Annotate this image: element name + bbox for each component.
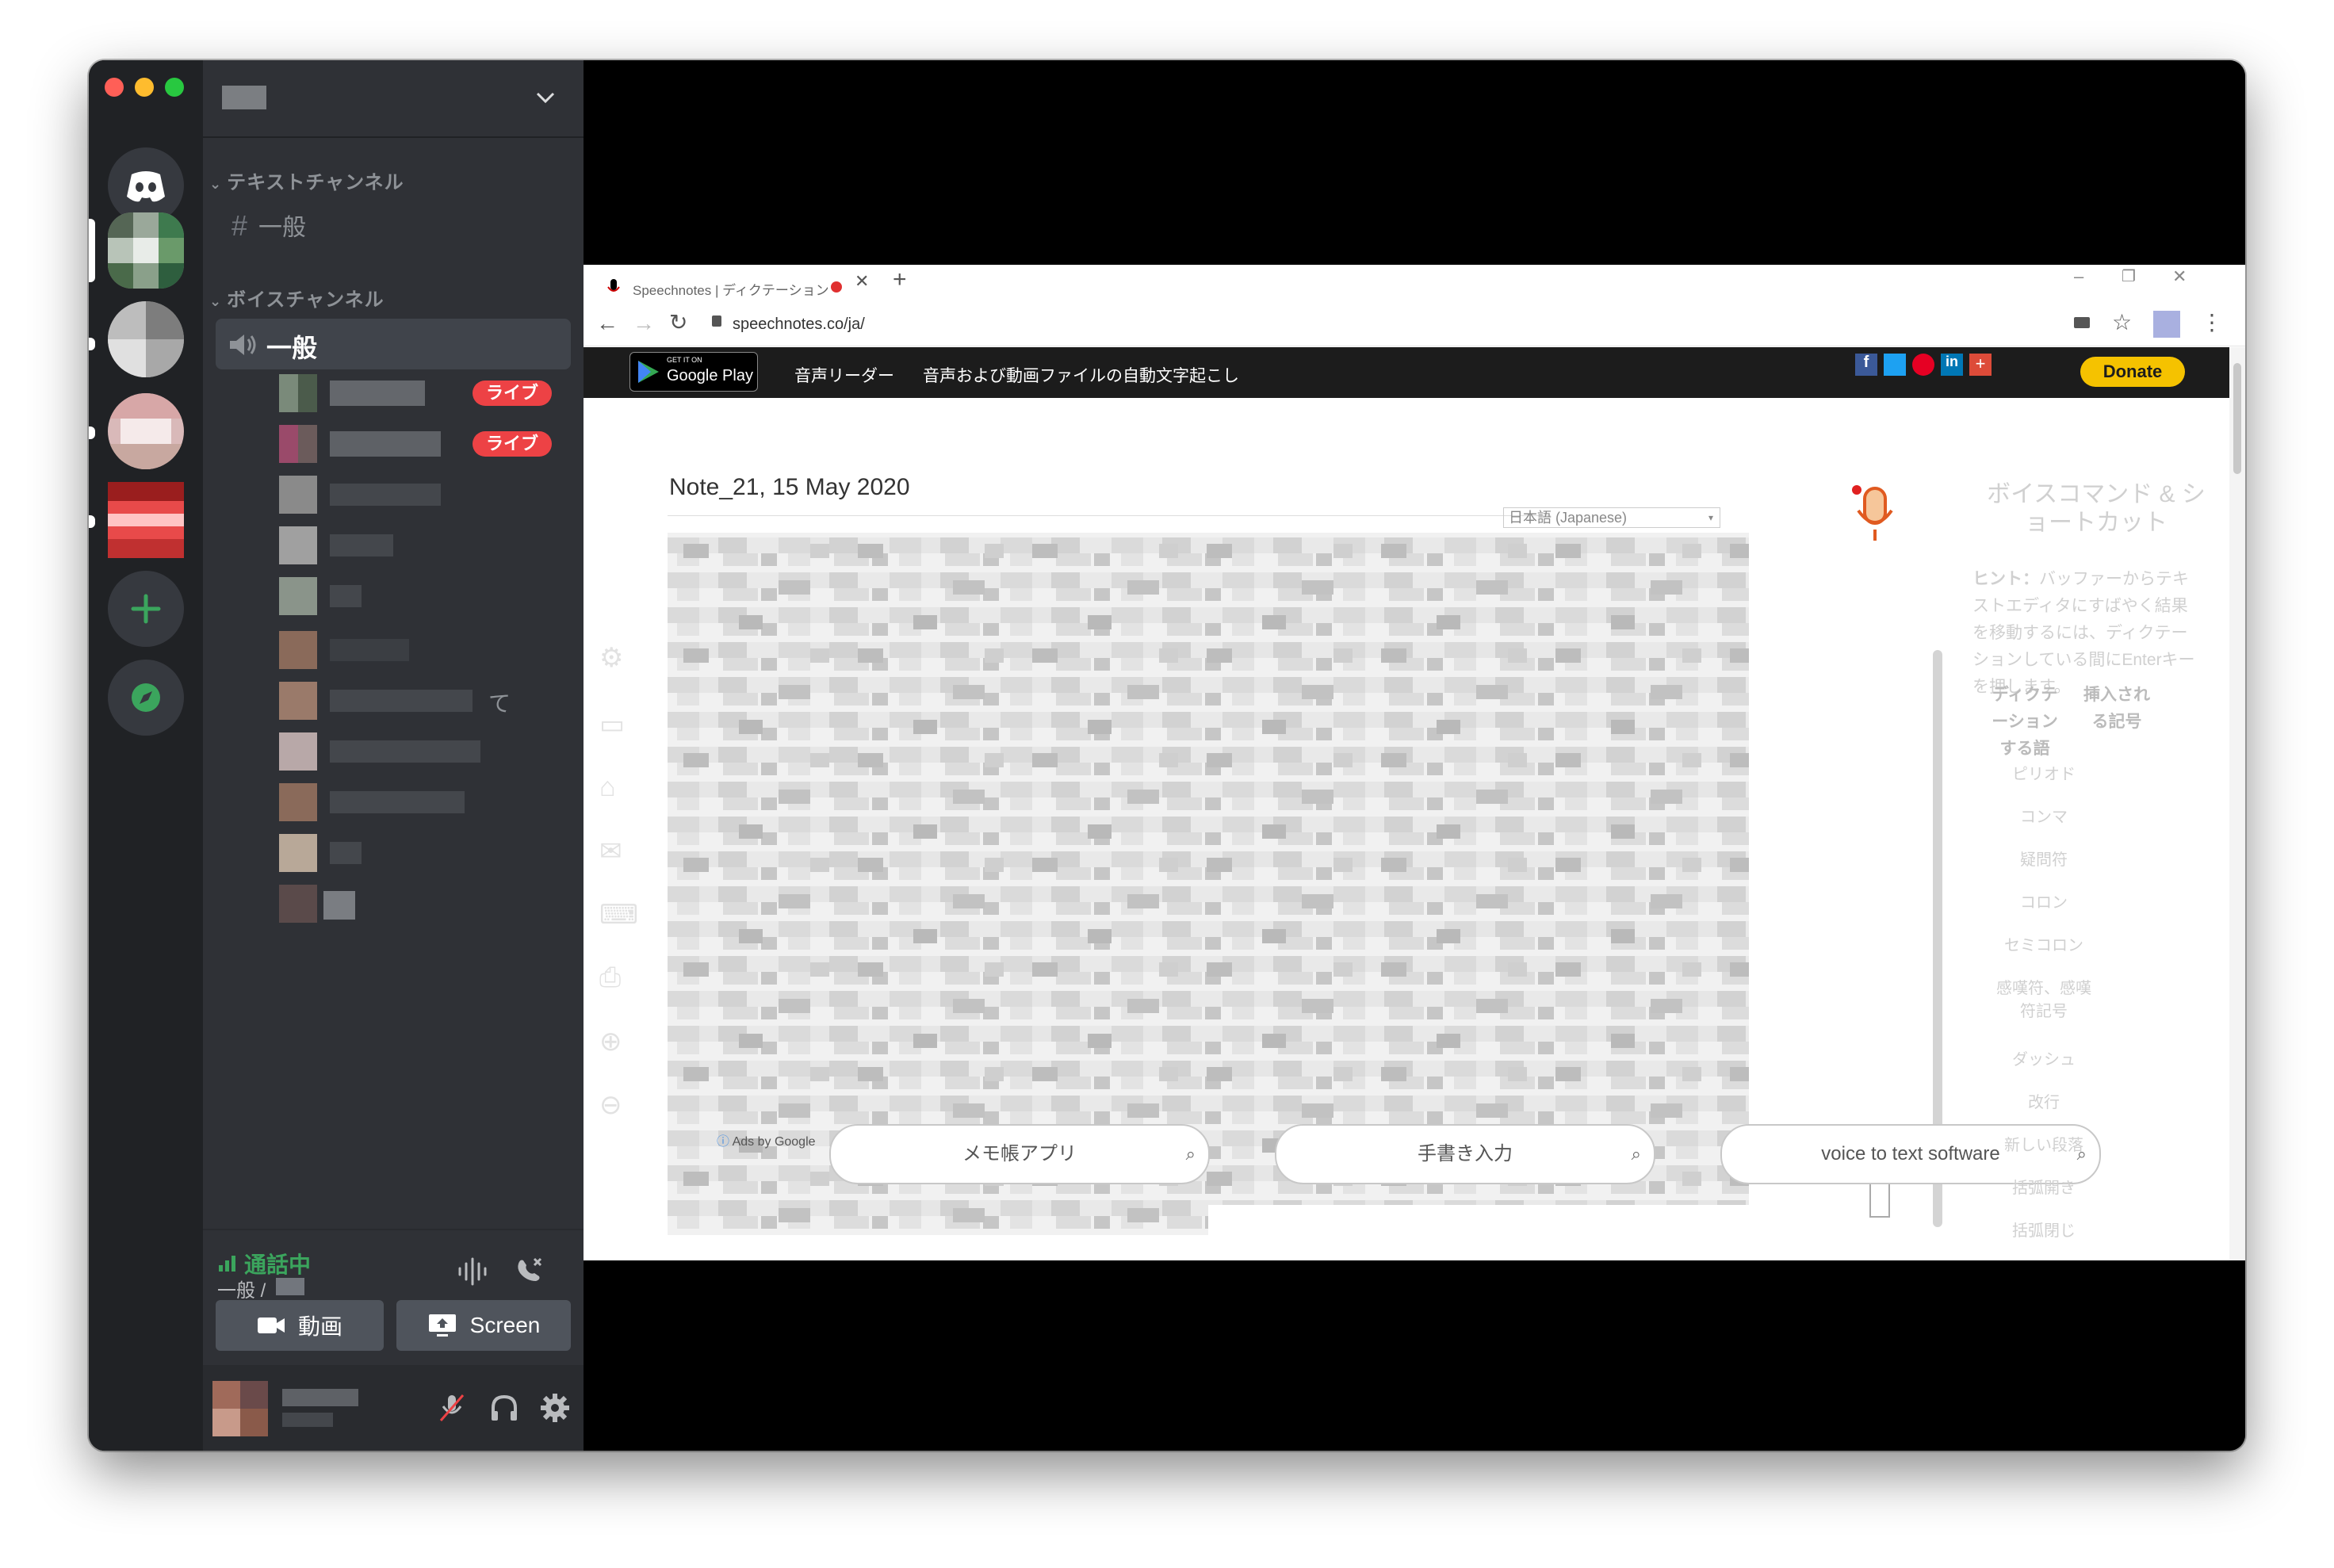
video-button[interactable]: 動画 [216,1300,384,1351]
pinterest-icon[interactable] [1912,354,1934,376]
linkedin-icon[interactable]: in [1941,354,1963,376]
site-navbar: GET IT ON Google Play 音声リーダー 音声および動画ファイル… [584,347,2229,398]
google-play-badge[interactable]: GET IT ON Google Play [629,352,758,392]
selected-server-pill [89,219,95,282]
reload-icon[interactable]: ↻ [669,309,687,335]
screen-share-button[interactable]: Screen [396,1300,571,1351]
recording-dot-icon [831,281,842,293]
lock-icon [712,316,721,327]
browser-menu-icon[interactable]: ⋮ [2201,309,2223,335]
new-tab-icon[interactable]: + [893,266,907,293]
twitter-icon[interactable] [1884,354,1906,376]
zoom-in-icon[interactable]: ⊕ [599,1026,622,1057]
avatar[interactable] [212,1381,268,1436]
page-scrollbar-thumb[interactable] [2233,363,2241,474]
mute-mic-icon[interactable] [438,1392,466,1424]
nav-link-voice-reader[interactable]: 音声リーダー [794,363,894,387]
server-icon-4[interactable] [108,482,184,558]
bookmark-star-icon[interactable]: ☆ [2112,309,2132,335]
signal-icon [219,1256,235,1272]
explore-servers-button[interactable] [108,660,184,736]
hash-icon: # [231,209,248,242]
server-icon-2[interactable] [108,301,184,377]
profile-avatar[interactable] [2153,311,2180,338]
forward-icon[interactable]: → [633,311,655,336]
chevron-small-icon: ⌄ [209,176,228,192]
tool-icon[interactable]: ⚙ [599,642,623,674]
microphone-favicon [607,279,620,292]
url-field[interactable]: speechnotes.co/ja/ [733,316,865,334]
chevron-small-icon: ⌄ [209,293,228,309]
plus-icon [131,594,161,624]
nav-link-transcription[interactable]: 音声および動画ファイルの自動文字起こし [923,363,1239,387]
facebook-icon[interactable]: f [1855,354,1877,376]
ad-search-button-2[interactable]: 手書き入力 ⌕ [1275,1124,1655,1184]
close-tab-icon[interactable]: ✕ [855,271,869,292]
play-triangle-icon [638,361,659,383]
browser-toolbar: ← → ↻ speechnotes.co/ja/ ☆ ⋮ [584,304,2245,346]
note-title[interactable]: Note_21, 15 May 2020 [669,474,910,501]
noise-suppression-icon[interactable] [457,1257,488,1286]
info-icon: ⓘ [717,1135,733,1149]
text-category-header[interactable]: ⌄ テキストチャンネル [209,166,404,194]
user-panel [203,1365,584,1451]
compass-icon [132,683,160,712]
ads-by-google-label[interactable]: ⓘ Ads by Google [717,1130,816,1149]
ad-search-button-1[interactable]: メモ帳アプリ ⌕ [829,1124,1210,1184]
browser-tabstrip: Speechnotes | ディクテーション ✕ + – ❐ ✕ [584,265,2245,304]
search-icon: ⌕ [1631,1144,1641,1164]
dropdown-arrow-icon: ▾ [1708,512,1713,523]
browser-tab[interactable]: Speechnotes | ディクテーション [599,270,853,304]
add-server-button[interactable] [108,571,184,647]
close-window-button[interactable] [105,78,124,97]
back-icon[interactable]: ← [596,311,618,336]
donate-button[interactable]: Donate [2080,357,2185,387]
screen-share-view: Speechnotes | ディクテーション ✕ + – ❐ ✕ ← → ↻ s… [584,60,2245,1451]
mail-icon[interactable]: ✉ [599,836,622,867]
voice-category-header[interactable]: ⌄ ボイスチャンネル [209,284,385,312]
window-minimize-icon[interactable]: – [2074,266,2083,287]
search-icon: ⌕ [1185,1144,1196,1164]
server-icon-3[interactable] [108,393,184,469]
disconnect-call-icon[interactable] [514,1254,545,1286]
username-blurred [282,1389,358,1406]
speaker-icon [230,335,256,355]
print-icon[interactable]: ⎙ [599,962,621,993]
channel-sidebar: ⌄ テキストチャンネル # 一般 ⌄ ボイスチャンネル 一般 ライブ ライブ て… [203,60,643,1451]
voice-commands-panel: ボイスコマンド & ショートカット ヒント：バッファーからテキストエディタにすば… [1972,468,2210,1260]
live-badge: ライブ [473,381,552,406]
app-window: ⌄ テキストチャンネル # 一般 ⌄ ボイスチャンネル 一般 ライブ ライブ て… [89,60,2245,1451]
text-channel-general[interactable]: # 一般 [231,208,306,243]
window-close-icon[interactable]: ✕ [2172,266,2187,287]
tool-icon[interactable]: ▭ [599,709,625,740]
page-scrollbar[interactable] [2229,347,2245,1260]
server-icon-1[interactable] [108,212,184,289]
live-badge: ライブ [473,431,552,457]
tool-icon[interactable]: ⌨ [599,899,638,931]
screen-share-icon [428,1314,456,1337]
shared-browser-window: Speechnotes | ディクテーション ✕ + – ❐ ✕ ← → ↻ s… [584,265,2245,1260]
google-plus-icon[interactable]: + [1969,354,1992,376]
voice-channel-general[interactable]: 一般 [216,319,571,369]
server-header[interactable] [203,60,584,138]
maximize-window-button[interactable] [165,78,184,97]
settings-gear-icon[interactable] [539,1392,571,1424]
folder-icon[interactable]: ⌂ [599,772,616,803]
headphones-icon[interactable] [488,1392,520,1424]
window-restore-icon[interactable]: ❐ [2122,266,2136,286]
server-rail [89,60,203,1451]
editor-tools: ⚙ ▭ ⌂ ✉ ⌨ ⎙ ⊕ ⊖ [593,642,641,1121]
video-camera-icon [257,1318,285,1333]
chevron-down-icon[interactable] [534,89,557,108]
camera-icon[interactable] [2074,317,2090,328]
command-list: ピリオド コンマ 疑問符 コロン セミコロン 感嘆符、感嘆符記号 ダッシュ 改行… [1996,766,2091,1240]
zoom-out-icon[interactable]: ⊖ [599,1089,622,1121]
microphone-record-icon[interactable] [1849,482,1900,545]
language-select[interactable]: 日本語 (Japanese) ▾ [1503,507,1720,528]
copy-icon[interactable] [1869,1181,1890,1218]
server-name-blurred [222,86,266,109]
minimize-window-button[interactable] [135,78,154,97]
